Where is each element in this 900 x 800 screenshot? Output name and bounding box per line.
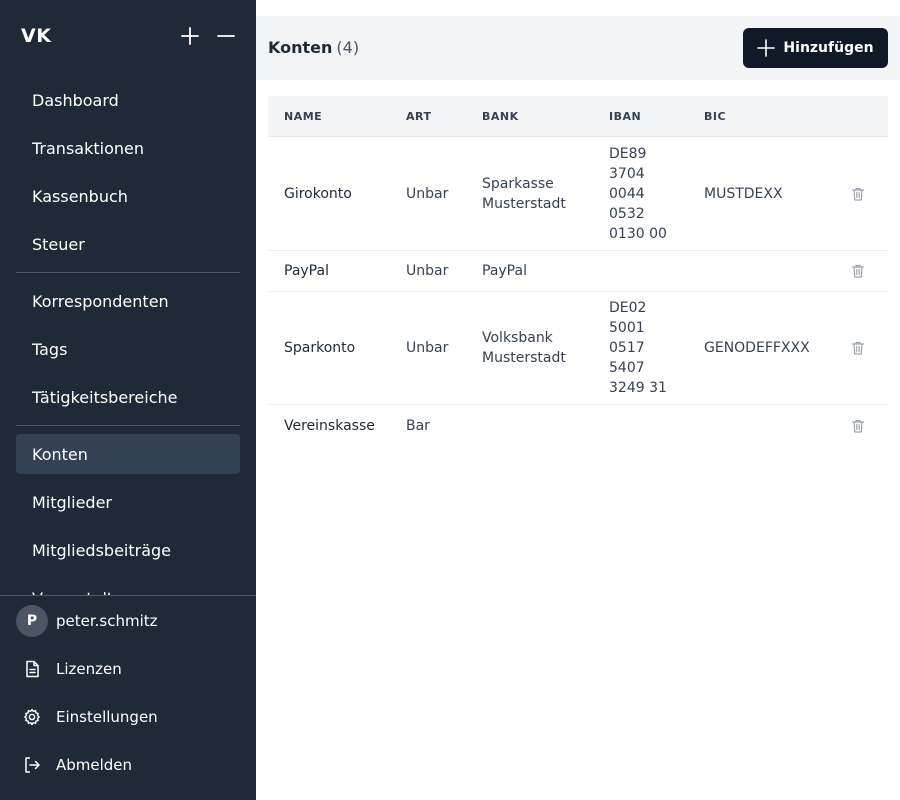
sidebar-item-veranstaltungen[interactable]: Veranstaltungen xyxy=(16,578,240,596)
sidebar-item-taetigkeitsbereiche[interactable]: Tätigkeitsbereiche xyxy=(16,377,240,417)
avatar: P xyxy=(16,605,48,637)
column-header-art[interactable]: ART xyxy=(406,96,432,136)
lizenzen-label: Lizenzen xyxy=(56,660,122,678)
einstellungen-link[interactable]: Einstellungen xyxy=(16,701,158,733)
gear-icon xyxy=(16,701,48,733)
nav-divider xyxy=(16,425,240,426)
add-account-label: Hinzufügen xyxy=(783,40,874,56)
page-title-text: Konten xyxy=(268,38,333,57)
cell-bank: PayPal xyxy=(482,263,527,279)
delete-button[interactable] xyxy=(850,405,866,446)
cell-bic: GENODEFFXXX xyxy=(704,340,810,356)
page-title: Konten (4) xyxy=(268,36,359,60)
sidebar-item-mitglieder[interactable]: Mitglieder xyxy=(16,482,240,522)
abmelden-label: Abmelden xyxy=(56,756,133,774)
collapse-all-button[interactable] xyxy=(214,24,238,48)
user-name: peter.schmitz xyxy=(56,612,158,630)
trash-icon xyxy=(851,187,865,201)
einstellungen-label: Einstellungen xyxy=(56,708,158,726)
delete-button[interactable] xyxy=(850,292,866,404)
lizenzen-link[interactable]: Lizenzen xyxy=(16,653,122,685)
delete-button[interactable] xyxy=(850,137,866,250)
logout-icon xyxy=(16,749,48,781)
column-header-bic[interactable]: BIC xyxy=(704,96,726,136)
sidebar-item-kassenbuch[interactable]: Kassenbuch xyxy=(16,176,240,216)
cell-name: Girokonto xyxy=(284,185,352,202)
plus-icon xyxy=(757,39,776,57)
document-icon xyxy=(16,653,48,685)
cell-name: Vereinskasse xyxy=(284,417,375,434)
cell-iban xyxy=(609,251,699,291)
delete-button[interactable] xyxy=(850,251,866,291)
table-row[interactable]: Vereinskasse Bar xyxy=(268,405,888,446)
table-header: NAME ART BANK IBAN BIC xyxy=(268,96,888,137)
column-header-bank[interactable]: BANK xyxy=(482,96,519,136)
cell-bic: MUSTDEXX xyxy=(704,185,783,202)
column-header-name[interactable]: NAME xyxy=(284,96,322,136)
sidebar-footer: P peter.schmitz Lizenzen Einstellungen A… xyxy=(0,595,256,800)
column-header-iban[interactable]: IBAN xyxy=(609,96,641,136)
cell-art: Unbar xyxy=(406,185,449,202)
account-count: (4) xyxy=(336,38,360,57)
table-row[interactable]: PayPal Unbar PayPal xyxy=(268,251,888,292)
sidebar-item-korrespondenten[interactable]: Korrespondenten xyxy=(16,281,240,321)
expand-all-button[interactable] xyxy=(178,24,202,48)
trash-icon xyxy=(851,264,865,278)
cell-iban: DE89 3704 0044 0532 0130 00 xyxy=(609,145,667,242)
plus-icon xyxy=(181,27,199,45)
table-row[interactable]: Girokonto Unbar Sparkasse Musterstadt DE… xyxy=(268,137,888,251)
accounts-table: NAME ART BANK IBAN BIC Girokonto Unbar S… xyxy=(268,96,888,446)
sidebar-item-transaktionen[interactable]: Transaktionen xyxy=(16,128,240,168)
table-row[interactable]: Sparkonto Unbar Volksbank Musterstadt DE… xyxy=(268,292,888,405)
add-account-button[interactable]: Hinzufügen xyxy=(743,28,888,68)
cell-name: PayPal xyxy=(284,263,329,279)
cell-bank: Sparkasse Musterstadt xyxy=(482,175,566,212)
cell-iban: DE02 5001 0517 5407 3249 31 xyxy=(609,300,667,396)
cell-art: Unbar xyxy=(406,340,449,356)
sidebar-item-konten[interactable]: Konten xyxy=(16,434,240,474)
sidebar: VK Dashboard Transaktionen Kassenbuch St… xyxy=(0,0,256,800)
cell-name: Sparkonto xyxy=(284,340,356,356)
sidebar-item-steuer[interactable]: Steuer xyxy=(16,224,240,264)
cell-art: Bar xyxy=(406,417,430,434)
sidebar-nav: Dashboard Transaktionen Kassenbuch Steue… xyxy=(0,72,256,595)
sidebar-item-mitgliedsbeitraege[interactable]: Mitgliedsbeiträge xyxy=(16,530,240,570)
trash-icon xyxy=(851,419,865,433)
main-content: Konten (4) Hinzufügen NAME ART BANK IBAN … xyxy=(256,0,900,800)
sidebar-item-dashboard[interactable]: Dashboard xyxy=(16,80,240,120)
nav-divider xyxy=(16,272,240,273)
trash-icon xyxy=(851,341,865,355)
minus-icon xyxy=(217,35,235,37)
cell-bank: Volksbank Musterstadt xyxy=(482,330,566,366)
page-header: Konten (4) Hinzufügen xyxy=(256,16,900,80)
cell-iban xyxy=(609,405,699,446)
cell-art: Unbar xyxy=(406,263,449,279)
sidebar-item-tags[interactable]: Tags xyxy=(16,329,240,369)
user-profile[interactable]: P peter.schmitz xyxy=(16,605,158,637)
abmelden-link[interactable]: Abmelden xyxy=(16,749,132,781)
app-logo[interactable]: VK xyxy=(21,24,51,48)
sidebar-header: VK xyxy=(0,0,256,72)
